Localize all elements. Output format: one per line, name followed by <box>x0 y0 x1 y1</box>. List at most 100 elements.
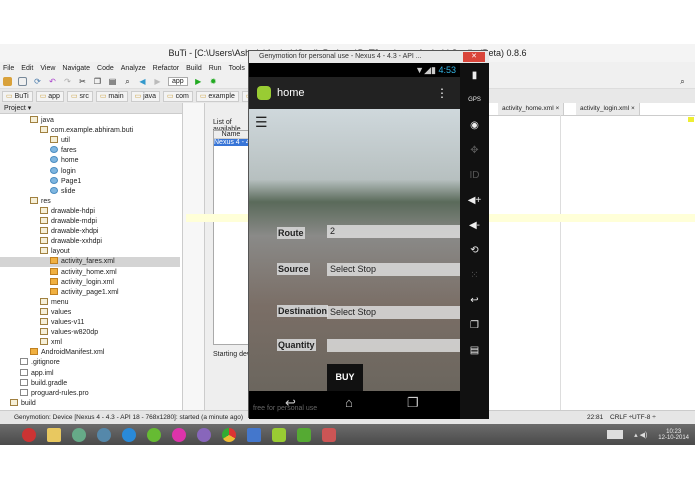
tree-item[interactable]: xml <box>40 338 62 348</box>
menu-analyze[interactable]: Analyze <box>121 62 146 75</box>
camera-icon[interactable]: ◉ <box>460 113 489 138</box>
clock[interactable]: 10:23 12-10-2014 <box>658 429 689 441</box>
cursor-position[interactable]: 22:81 <box>587 411 603 424</box>
tree-item[interactable]: build <box>10 398 36 409</box>
move-icon[interactable]: ✥ <box>460 138 489 163</box>
overflow-menu-icon[interactable]: ⋮ <box>436 77 448 109</box>
search-icon[interactable]: ⌕ <box>678 77 687 86</box>
device-row[interactable]: Nexus 4 - 4.3... <box>214 139 248 146</box>
tree-item[interactable]: util <box>50 136 70 146</box>
volume-icon[interactable]: ▴ ◀) <box>634 431 647 439</box>
menu-file[interactable]: File <box>3 62 14 75</box>
run-config-select[interactable]: app <box>168 77 188 86</box>
menu-view[interactable]: View <box>40 62 55 75</box>
editor-area[interactable]: activity_home.xml × activity_login.xml × <box>488 103 695 410</box>
route-field[interactable]: 2 <box>327 225 460 238</box>
tree-item[interactable]: res <box>30 196 51 207</box>
tab-activity-login[interactable]: activity_login.xml × <box>576 103 640 115</box>
debug-icon[interactable]: ✹ <box>209 77 218 86</box>
tree-item[interactable]: menu <box>40 297 69 308</box>
app-icon-10[interactable] <box>247 427 261 442</box>
close-button[interactable]: ✕ <box>463 52 485 62</box>
utorrent-icon[interactable] <box>147 427 161 442</box>
paste-icon[interactable]: ▤ <box>108 77 117 86</box>
tree-item[interactable]: values-w820dp <box>40 328 98 338</box>
breadcrumb-src[interactable]: src <box>66 90 93 102</box>
destination-spinner[interactable]: Select Stop <box>327 306 460 319</box>
tree-item[interactable]: app.iml <box>20 368 54 379</box>
tab-activity-home[interactable]: activity_home.xml × <box>498 103 565 115</box>
tree-item[interactable]: build.gradle <box>20 378 67 389</box>
itunes-icon[interactable] <box>122 427 136 442</box>
tree-item[interactable]: drawable-xhdpi <box>40 227 98 237</box>
back-icon[interactable]: ◀ <box>138 77 147 86</box>
id-icon[interactable]: ID <box>460 163 489 188</box>
back-icon[interactable]: ↩ <box>285 395 296 411</box>
android-studio-icon[interactable] <box>272 427 286 442</box>
tree-item[interactable]: .gitignore <box>20 358 60 368</box>
tree-item[interactable]: drawable-mdpi <box>40 217 97 227</box>
volume-down-icon[interactable]: ◀- <box>460 213 489 238</box>
encoding[interactable]: UTF-8 ÷ <box>632 411 656 424</box>
tree-item[interactable]: activity_page1.xml <box>50 287 119 298</box>
gps-icon[interactable]: GPS <box>460 88 489 113</box>
breadcrumb-example[interactable]: example <box>195 90 239 102</box>
breadcrumb-java[interactable]: java <box>130 90 161 102</box>
cut-icon[interactable]: ✂ <box>78 77 87 86</box>
project-panel-header[interactable]: Project ▾ <box>0 103 182 114</box>
tree-item[interactable]: activity_login.xml <box>50 277 114 288</box>
breadcrumb-app[interactable]: app <box>35 90 64 102</box>
menu-icon[interactable]: ▤ <box>460 338 489 363</box>
open-icon[interactable] <box>3 77 12 86</box>
menu-run[interactable]: Run <box>209 62 222 75</box>
menu-edit[interactable]: Edit <box>21 62 33 75</box>
tree-item[interactable]: fares <box>50 146 77 156</box>
redo-icon[interactable]: ↷ <box>63 77 72 86</box>
app-icon-1[interactable] <box>22 427 36 442</box>
menu-navigate[interactable]: Navigate <box>62 62 90 75</box>
dpad-icon[interactable]: ⁙ <box>460 263 489 288</box>
sync-icon[interactable]: ⟳ <box>33 77 42 86</box>
undo-icon[interactable]: ↶ <box>48 77 57 86</box>
tree-item[interactable]: values-v11 <box>40 318 84 328</box>
tree-item[interactable]: Page1 <box>50 176 81 187</box>
breadcrumb-buti[interactable]: BuTi <box>2 90 33 102</box>
keyboard-icon[interactable] <box>607 430 624 439</box>
tree-item[interactable]: activity_home.xml <box>50 267 117 278</box>
tree-item[interactable]: drawable-hdpi <box>40 206 95 217</box>
run-icon[interactable]: ▶ <box>194 77 203 86</box>
source-spinner[interactable]: Select Stop <box>327 263 460 276</box>
recents-icon[interactable]: ❐ <box>407 395 419 411</box>
app-icon-3[interactable] <box>72 427 86 442</box>
breadcrumb-com[interactable]: com <box>163 90 193 102</box>
breadcrumb-main[interactable]: main <box>95 90 128 102</box>
menu-build[interactable]: Build <box>186 62 202 75</box>
tree-item[interactable]: slide <box>50 186 75 197</box>
menu-tools[interactable]: Tools <box>229 62 245 75</box>
volume-up-icon[interactable]: ◀+ <box>460 188 489 213</box>
android-icon[interactable] <box>297 427 311 442</box>
file-explorer-icon[interactable] <box>47 427 61 442</box>
tree-item[interactable]: layout <box>40 247 70 257</box>
home-icon[interactable]: ⌂ <box>345 395 353 410</box>
forward-icon[interactable]: ▶ <box>153 77 162 86</box>
tree-item[interactable]: java <box>30 116 54 126</box>
tree-item[interactable]: values <box>40 307 71 318</box>
copy-icon[interactable]: ❐ <box>93 77 102 86</box>
tree-item[interactable]: login <box>50 166 76 177</box>
app-icon-7[interactable] <box>172 427 186 442</box>
genymotion-icon[interactable] <box>322 427 336 442</box>
app-icon-8[interactable] <box>197 427 211 442</box>
back-icon[interactable]: ↩ <box>460 288 489 313</box>
tree-item[interactable]: AndroidManifest.xml <box>30 348 104 358</box>
save-icon[interactable] <box>18 77 27 86</box>
tree-item[interactable]: com.example.abhiram.buti <box>40 126 133 136</box>
quantity-field[interactable] <box>327 339 460 352</box>
drawer-menu-icon[interactable]: ☰ <box>255 115 268 129</box>
tree-item[interactable]: drawable-xxhdpi <box>40 237 102 247</box>
buy-button[interactable]: BUY <box>327 364 363 391</box>
battery-icon[interactable]: ▮ <box>460 63 489 88</box>
rotate-icon[interactable]: ⟲ <box>460 238 489 263</box>
find-icon[interactable]: ⌕ <box>123 77 132 86</box>
recents-icon[interactable]: ❐ <box>460 313 489 338</box>
